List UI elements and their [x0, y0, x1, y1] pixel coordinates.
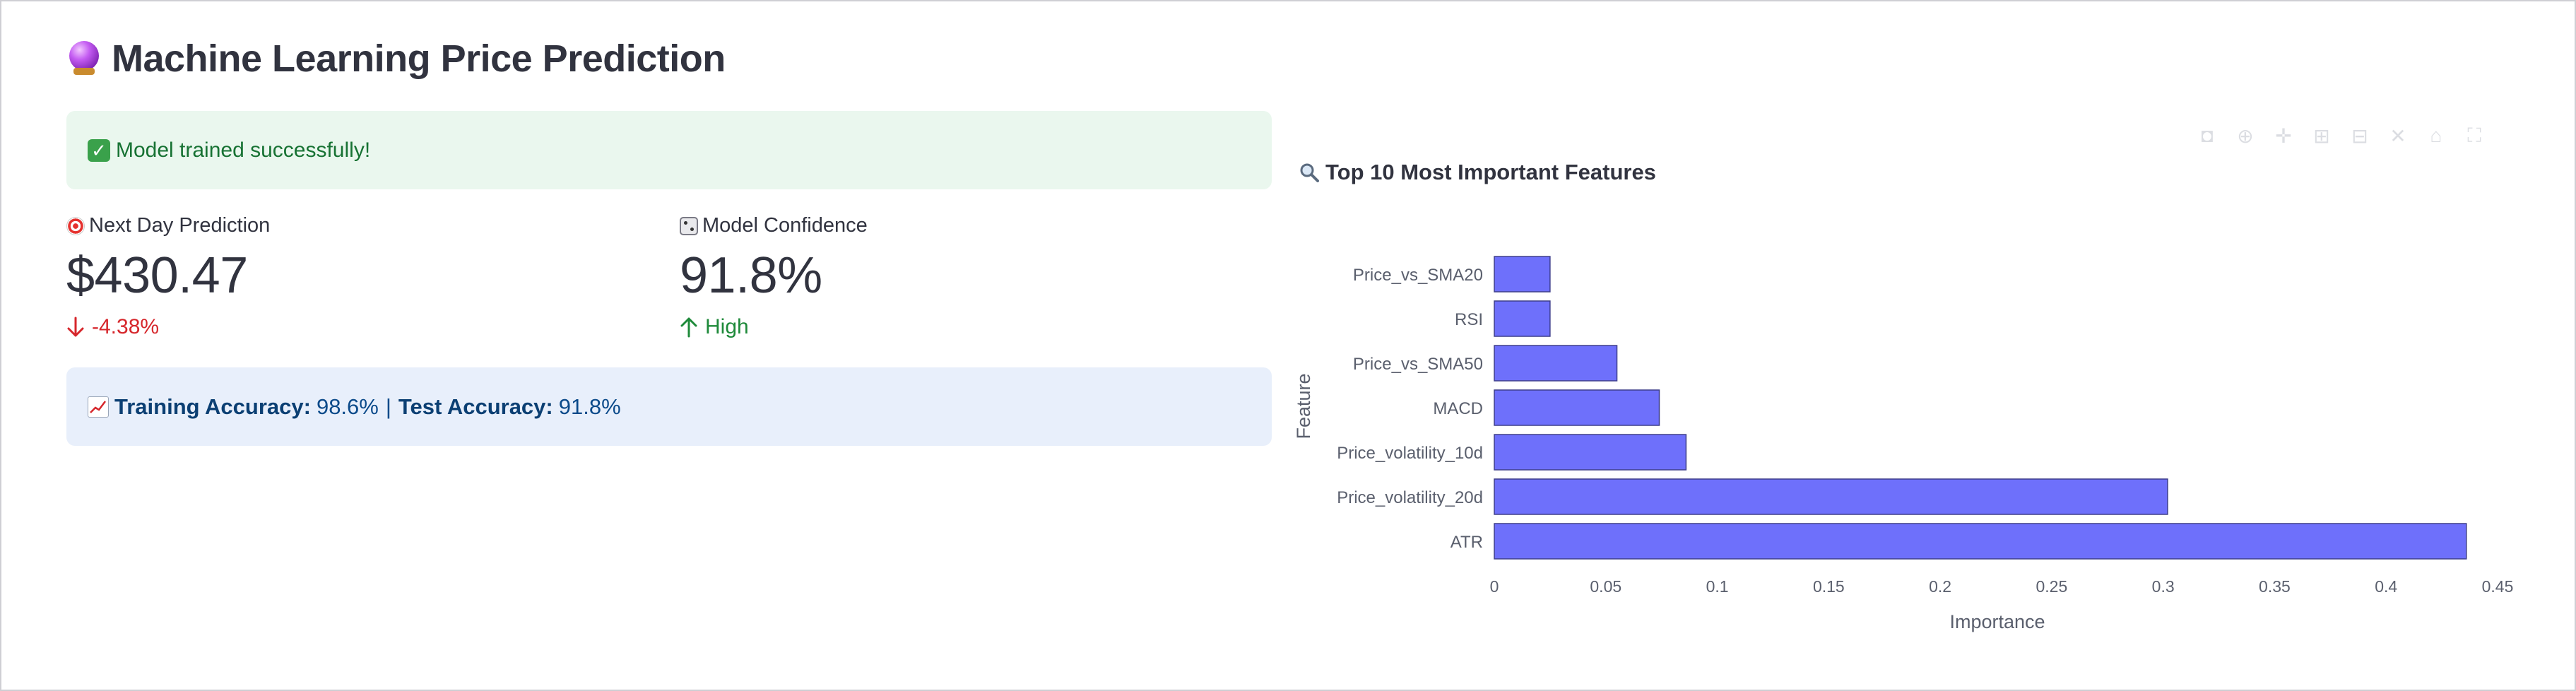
y-tick-label: MACD	[1433, 399, 1483, 418]
x-tick-label: 0.15	[1813, 577, 1845, 596]
zoom-in-icon[interactable]: ⊞	[2310, 124, 2333, 147]
bar-rsi[interactable]	[1494, 300, 1551, 337]
x-tick-label: 0.3	[2152, 577, 2175, 596]
metric-value: 91.8%	[680, 247, 822, 304]
page-title-text: Machine Learning Price Prediction	[112, 37, 726, 80]
y-tick-label: Price_volatility_10d	[1337, 444, 1483, 463]
fullscreen-icon[interactable]: ⛶	[2463, 124, 2486, 147]
metric-delta: -4.38%	[92, 315, 160, 338]
metric-next-day-prediction: Next Day Prediction $430.47 -4.38%	[66, 214, 270, 339]
metric-delta: High	[705, 315, 749, 338]
autoscale-icon[interactable]: ✕	[2387, 124, 2409, 147]
zoom-out-icon[interactable]: ⊟	[2348, 124, 2371, 147]
home-icon[interactable]: ⌂	[2425, 124, 2447, 147]
y-tick-label: ATR	[1451, 533, 1483, 552]
metric-model-confidence: Model Confidence 91.8% High	[680, 214, 868, 339]
page-title: Machine Learning Price Prediction	[66, 37, 726, 81]
chart-title-text: Top 10 Most Important Features	[1325, 160, 1656, 184]
pan-icon[interactable]: ✛	[2272, 124, 2295, 147]
success-message: Model trained successfully!	[116, 138, 371, 162]
success-alert: ✓ Model trained successfully!	[66, 111, 1272, 189]
camera-icon[interactable]: ◘	[2196, 124, 2218, 147]
x-tick-label: 0.1	[1706, 577, 1729, 596]
bar-macd[interactable]	[1494, 389, 1660, 426]
training-accuracy-label: Training Accuracy:	[114, 394, 311, 419]
x-tick-label: 0.25	[2036, 577, 2068, 596]
chart-increasing-icon	[88, 396, 109, 418]
metric-label: Next Day Prediction	[89, 214, 271, 237]
x-tick-label: 0.05	[1590, 577, 1621, 596]
y-tick-label: Price_vs_SMA20	[1353, 266, 1483, 285]
bar-price-volatility-20d[interactable]	[1494, 478, 2168, 515]
x-tick-label: 0.2	[1929, 577, 1951, 596]
y-tick-label: RSI	[1455, 310, 1483, 329]
magnifying-glass-icon	[1300, 163, 1319, 182]
x-tick-label: 0	[1490, 577, 1499, 596]
target-icon	[66, 216, 85, 235]
feature-importance-chart: Price_vs_SMA20 RSI Price_vs_SMA50 MACD Price…	[1293, 256, 2514, 632]
separator: |	[385, 394, 391, 419]
y-tick-label: Price_vs_SMA50	[1353, 355, 1483, 374]
x-axis-label: Importance	[1949, 611, 2045, 632]
training-accuracy-value: 98.6%	[316, 394, 379, 419]
x-tick-label: 0.35	[2259, 577, 2291, 596]
zoom-icon[interactable]: ⊕	[2234, 124, 2257, 147]
chart-toolbar: ◘ ⊕ ✛ ⊞ ⊟ ✕ ⌂ ⛶	[2196, 124, 2486, 147]
metric-label: Model Confidence	[702, 214, 868, 237]
crystal-ball-icon	[66, 41, 102, 76]
y-axis-label: Feature	[1293, 373, 1314, 439]
metric-value: $430.47	[66, 247, 248, 304]
accuracy-info-box: Training Accuracy: 98.6% | Test Accuracy…	[66, 367, 1272, 446]
bar-price-vs-sma20[interactable]	[1494, 256, 1551, 293]
test-accuracy-value: 91.8%	[558, 394, 621, 419]
y-tick-label: Price_volatility_20d	[1337, 488, 1483, 507]
test-accuracy-label: Test Accuracy:	[398, 394, 553, 419]
bar-price-volatility-10d[interactable]	[1494, 434, 1687, 471]
arrow-down-icon	[67, 317, 84, 337]
bar-atr[interactable]	[1494, 523, 2467, 560]
x-tick-label: 0.45	[2482, 577, 2514, 596]
bar-price-vs-sma50[interactable]	[1494, 345, 1618, 382]
check-mark-icon: ✓	[88, 138, 110, 162]
x-tick-label: 0.4	[2375, 577, 2397, 596]
dice-icon	[680, 216, 698, 235]
chart-title: Top 10 Most Important Features	[1299, 160, 1656, 185]
arrow-up-icon	[680, 317, 697, 338]
